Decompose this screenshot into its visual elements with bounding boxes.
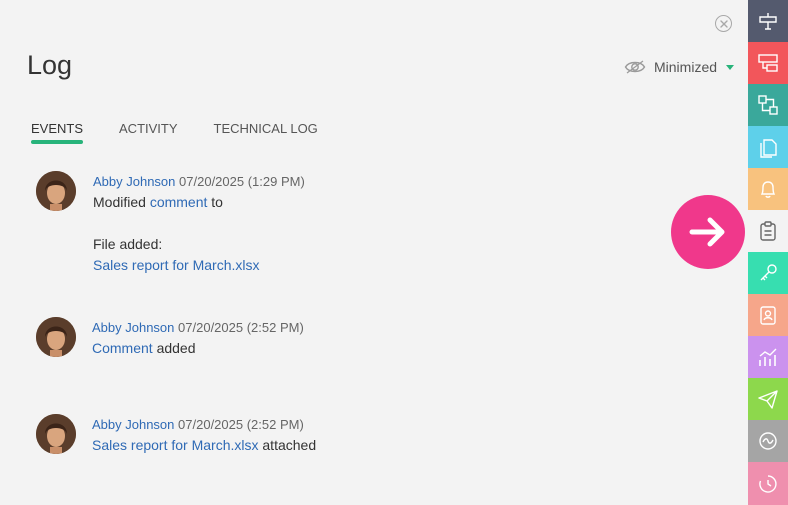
documents-icon <box>760 139 777 158</box>
entry-action: Modified <box>93 194 146 210</box>
timestamp: 07/20/2025 (2:52 PM) <box>178 417 304 432</box>
sidebar-item-signpost[interactable] <box>748 0 788 42</box>
entry-meta: Abby Johnson 07/20/2025 (1:29 PM) <box>93 173 593 190</box>
timestamp: 07/20/2025 (1:29 PM) <box>179 174 305 189</box>
file-added-label: File added: <box>93 236 163 252</box>
timestamp: 07/20/2025 (2:52 PM) <box>178 320 304 335</box>
author-link[interactable]: Abby Johnson <box>92 417 174 432</box>
arrow-right-button[interactable] <box>671 195 745 269</box>
eye-icon <box>624 60 646 74</box>
clock-icon <box>759 474 777 493</box>
sidebar-item-log[interactable] <box>748 210 788 252</box>
author-link[interactable]: Abby Johnson <box>92 320 174 335</box>
comment-link[interactable]: comment <box>150 194 208 210</box>
entry-action-suffix: attached <box>262 437 317 453</box>
file-link[interactable]: Sales report for March.xlsx <box>92 437 259 453</box>
connected-boxes-icon <box>758 95 778 115</box>
tab-technical-log[interactable]: TECHNICAL LOG <box>214 121 318 136</box>
view-mode-label: Minimized <box>654 59 718 75</box>
key-icon <box>760 264 777 281</box>
chevron-down-icon <box>726 64 735 70</box>
contact-card-icon <box>760 306 776 325</box>
sidebar-item-notifications[interactable] <box>748 168 788 210</box>
wave-circle-icon <box>759 432 777 450</box>
sidebar-item-contacts[interactable] <box>748 294 788 336</box>
sidebar-item-documents[interactable] <box>748 126 788 168</box>
sidebar-item-history[interactable] <box>748 462 788 505</box>
tab-activity[interactable]: ACTIVITY <box>119 121 178 136</box>
clipboard-icon <box>760 221 776 241</box>
author-link[interactable]: Abby Johnson <box>93 174 175 189</box>
paper-plane-icon <box>758 390 778 409</box>
avatar[interactable] <box>36 317 76 357</box>
close-icon <box>719 19 728 28</box>
comment-link[interactable]: Comment <box>92 340 153 356</box>
entry-text: Sales report for March.xlsx attached <box>92 437 592 454</box>
view-mode-dropdown[interactable]: Minimized <box>624 58 735 76</box>
sidebar-item-layout[interactable] <box>748 42 788 84</box>
file-link[interactable]: Sales report for March.xlsx <box>93 257 260 273</box>
log-panel: Log Minimized EVENTS ACTIVITY TECHNICAL … <box>0 0 748 505</box>
page-title: Log <box>27 50 73 80</box>
signpost-icon <box>759 13 777 30</box>
entry-meta: Abby Johnson 07/20/2025 (2:52 PM) <box>92 319 592 336</box>
bell-icon <box>760 181 776 198</box>
sidebar-item-send[interactable] <box>748 378 788 420</box>
arrow-right-icon <box>689 217 725 247</box>
entry-action-suffix: added <box>156 340 196 356</box>
sidebar-item-connections[interactable] <box>748 84 788 126</box>
tab-events[interactable]: EVENTS <box>31 121 84 144</box>
entry-meta: Abby Johnson 07/20/2025 (2:52 PM) <box>92 416 592 433</box>
entry-text: Modified comment to <box>93 194 593 211</box>
avatar[interactable] <box>36 171 76 211</box>
sidebar-item-integrations[interactable] <box>748 420 788 462</box>
sidebar-item-analytics[interactable] <box>748 336 788 378</box>
sidebar-item-access[interactable] <box>748 252 788 294</box>
analytics-chart-icon <box>759 348 777 366</box>
avatar[interactable] <box>36 414 76 454</box>
layout-blocks-icon <box>758 54 778 72</box>
tab-bar: EVENTS ACTIVITY TECHNICAL LOG <box>31 121 354 144</box>
entry-action-suffix: to <box>211 194 223 210</box>
right-sidebar <box>748 0 788 505</box>
close-button[interactable] <box>715 15 732 32</box>
entry-text: Comment added <box>92 340 592 357</box>
